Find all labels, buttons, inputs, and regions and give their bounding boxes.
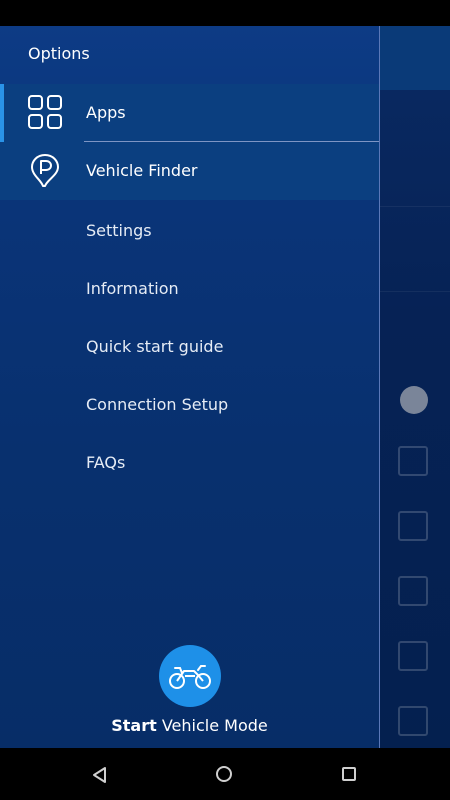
background-checkbox: [398, 446, 428, 476]
start-label-bold: Start: [111, 716, 157, 735]
home-circle-icon[interactable]: [216, 766, 232, 782]
recent-square-icon[interactable]: [342, 767, 356, 781]
background-toggle: [400, 386, 428, 414]
drawer-item-apps[interactable]: Apps: [0, 84, 379, 142]
start-label-rest: Vehicle Mode: [161, 716, 268, 735]
drawer-item-information[interactable]: Information: [86, 279, 179, 298]
background-checkbox: [398, 706, 428, 736]
drawer-item-settings[interactable]: Settings: [86, 221, 152, 240]
drawer-item-label: Apps: [86, 103, 126, 122]
drawer-item-label: Vehicle Finder: [86, 161, 198, 180]
drawer-title: Options: [28, 44, 90, 63]
drawer-item-faqs[interactable]: FAQs: [86, 453, 125, 472]
background-checkbox: [398, 511, 428, 541]
background-checkbox: [398, 641, 428, 671]
parking-pin-icon: [27, 152, 63, 188]
motorcycle-icon: [169, 665, 211, 689]
start-vehicle-mode-button[interactable]: [159, 645, 221, 707]
options-drawer: Options Apps Vehicle Finder Settings Inf…: [0, 26, 380, 748]
drawer-item-connection-setup[interactable]: Connection Setup: [86, 395, 228, 414]
selected-accent-bar: [0, 84, 4, 142]
back-triangle-icon[interactable]: [91, 766, 109, 784]
system-nav-bar: [0, 748, 450, 800]
drawer-item-quick-start-guide[interactable]: Quick start guide: [86, 337, 223, 356]
start-vehicle-mode-label: Start Vehicle Mode: [0, 716, 379, 735]
status-bar: [0, 0, 450, 26]
apps-grid-icon: [27, 94, 63, 130]
background-checkbox: [398, 576, 428, 606]
drawer-item-vehicle-finder[interactable]: Vehicle Finder: [0, 142, 379, 200]
